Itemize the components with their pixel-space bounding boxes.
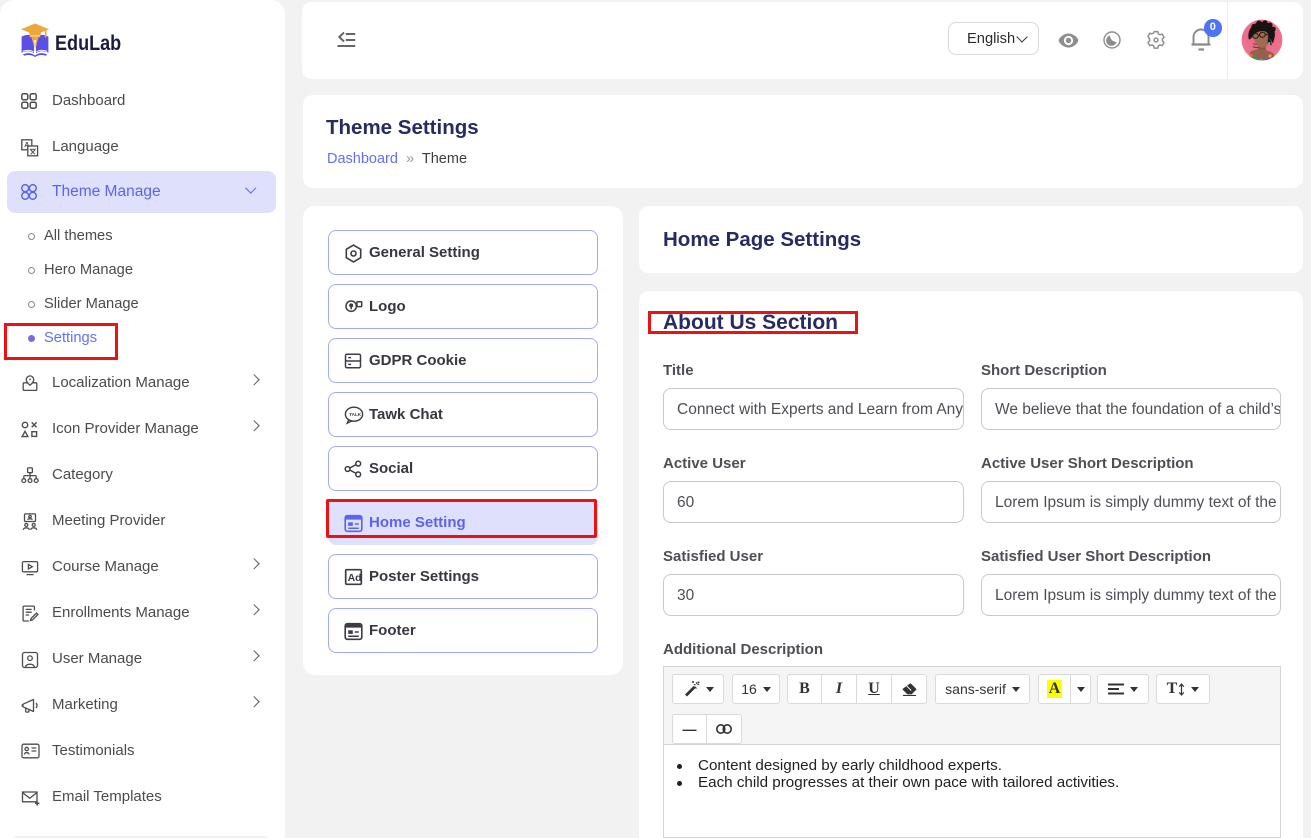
svg-text:TALK: TALK [349,412,362,417]
svg-text:A: A [24,140,29,149]
svg-text:Ad: Ad [348,572,362,584]
